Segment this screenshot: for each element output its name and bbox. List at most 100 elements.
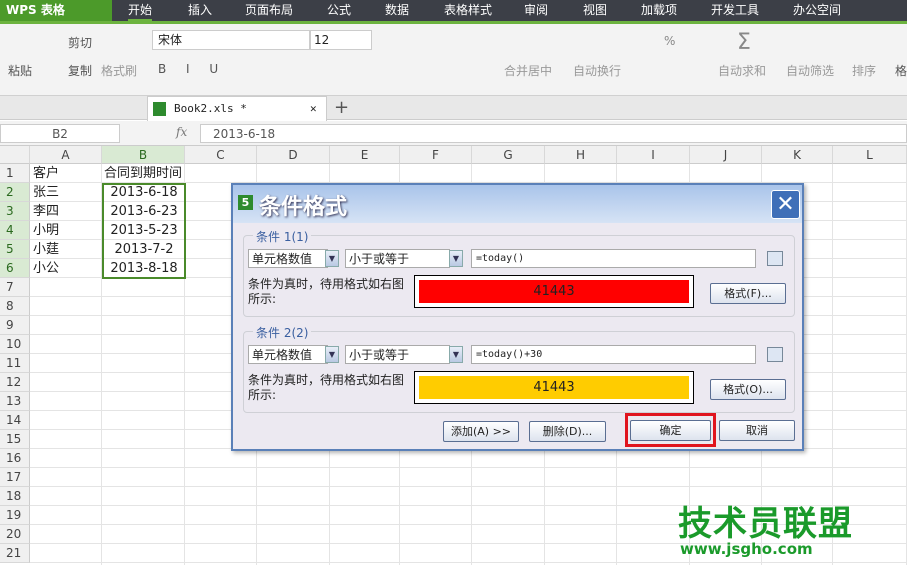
close-button[interactable]: ✕: [771, 190, 800, 219]
new-tab-button[interactable]: +: [334, 97, 349, 118]
excel-file-icon: [153, 102, 166, 116]
row-header[interactable]: 15: [0, 430, 30, 449]
row-header[interactable]: 21: [0, 544, 30, 563]
autosum-button[interactable]: 自动求和: [718, 62, 766, 79]
cell-b[interactable]: 合同到期时间: [104, 164, 182, 183]
name-box[interactable]: B2: [0, 124, 120, 143]
menu-tab[interactable]: 页面布局: [245, 0, 293, 21]
percent-icon[interactable]: %: [664, 34, 675, 48]
row-header[interactable]: 11: [0, 354, 30, 373]
column-header[interactable]: A: [30, 146, 102, 164]
font-size-select[interactable]: 12: [310, 30, 372, 50]
column-header[interactable]: C: [185, 146, 257, 164]
column-header[interactable]: D: [257, 146, 330, 164]
row-header[interactable]: 9: [0, 316, 30, 335]
cell-a[interactable]: 李四: [33, 202, 59, 221]
chevron-down-icon[interactable]: ▼: [449, 250, 463, 267]
condition-type-select[interactable]: 单元格数值: [248, 249, 328, 268]
cell-a[interactable]: 小明: [33, 221, 59, 240]
cell-a[interactable]: 小莛: [33, 240, 59, 259]
row-header[interactable]: 7: [0, 278, 30, 297]
chevron-down-icon[interactable]: ▼: [325, 346, 339, 363]
cell-a[interactable]: 小公: [33, 259, 59, 278]
column-header[interactable]: J: [690, 146, 762, 164]
row-header[interactable]: 18: [0, 487, 30, 506]
row-header[interactable]: 3: [0, 202, 30, 221]
column-header[interactable]: H: [545, 146, 617, 164]
row-header[interactable]: 16: [0, 449, 30, 468]
menu-tab[interactable]: 视图: [583, 0, 607, 21]
row-header[interactable]: 12: [0, 373, 30, 392]
range-picker-icon[interactable]: [767, 347, 783, 362]
cut-button[interactable]: 剪切: [68, 34, 92, 51]
document-tab[interactable]: Book2.xls * ✕: [147, 96, 327, 121]
range-picker-icon[interactable]: [767, 251, 783, 266]
row-header[interactable]: 4: [0, 221, 30, 240]
menu-tab[interactable]: 公式: [327, 0, 351, 21]
menu-tab[interactable]: 审阅: [524, 0, 548, 21]
column-header[interactable]: E: [330, 146, 400, 164]
menu-tab[interactable]: 加载项: [641, 0, 677, 21]
column-header[interactable]: G: [472, 146, 545, 164]
cell-a[interactable]: 张三: [33, 183, 59, 202]
menu-tab[interactable]: 开始: [128, 0, 153, 21]
row-header[interactable]: 17: [0, 468, 30, 487]
delete-button[interactable]: 删除(D)...: [529, 421, 606, 442]
paste-button[interactable]: 粘贴: [8, 62, 32, 79]
row-header[interactable]: 8: [0, 297, 30, 316]
column-header[interactable]: F: [400, 146, 472, 164]
bold-italic-underline-buttons[interactable]: B I U: [158, 62, 226, 76]
row-header[interactable]: 6: [0, 259, 30, 278]
row-header[interactable]: 2: [0, 183, 30, 202]
chevron-down-icon[interactable]: ▼: [449, 346, 463, 363]
fx-icon[interactable]: fx: [176, 125, 187, 139]
operator-select[interactable]: 小于或等于: [345, 249, 450, 268]
menu-tab[interactable]: 办公空间: [793, 0, 841, 21]
formula-input[interactable]: =today(): [471, 249, 756, 268]
condition-note: 条件为真时，待用格式如右图所示:: [248, 277, 405, 306]
column-header[interactable]: B: [102, 146, 185, 164]
row-header[interactable]: 14: [0, 411, 30, 430]
column-header[interactable]: K: [762, 146, 833, 164]
row-header[interactable]: 20: [0, 525, 30, 544]
menu-tab[interactable]: 表格样式: [444, 0, 492, 21]
format-painter-button[interactable]: 格式刷: [101, 62, 137, 79]
column-header[interactable]: I: [617, 146, 690, 164]
condition-type-select[interactable]: 单元格数值: [248, 345, 328, 364]
copy-button[interactable]: 复制: [68, 62, 92, 79]
condition-note: 条件为真时，待用格式如右图所示:: [248, 373, 405, 402]
row-header[interactable]: 5: [0, 240, 30, 259]
app-logo[interactable]: WPS 表格: [0, 0, 112, 21]
cancel-button[interactable]: 取消: [719, 420, 795, 441]
wrap-text-button[interactable]: 自动换行: [573, 62, 621, 79]
formula-input[interactable]: 2013-6-18: [200, 124, 907, 143]
menu-tab[interactable]: 开发工具: [711, 0, 759, 21]
sort-button[interactable]: 排序: [852, 62, 876, 79]
row-header[interactable]: 10: [0, 335, 30, 354]
merge-center-button[interactable]: 合并居中: [504, 62, 552, 79]
menu-tab[interactable]: 数据: [385, 0, 409, 21]
autofilter-button[interactable]: 自动筛选: [786, 62, 834, 79]
menu-tab[interactable]: 插入: [188, 0, 212, 21]
row-header[interactable]: 1: [0, 164, 30, 183]
column-header[interactable]: L: [833, 146, 907, 164]
grid-line: [30, 562, 907, 563]
row-header[interactable]: 13: [0, 392, 30, 411]
close-tab-icon[interactable]: ✕: [310, 97, 317, 121]
row-header[interactable]: 19: [0, 506, 30, 525]
grid-line: [30, 467, 907, 468]
add-button[interactable]: 添加(A) >>: [443, 421, 519, 442]
format-button[interactable]: 格式(F)...: [710, 283, 786, 304]
ok-button[interactable]: 确定: [630, 420, 711, 441]
formula-input[interactable]: =today()+30: [471, 345, 756, 364]
grid-line: [30, 486, 907, 487]
chevron-down-icon[interactable]: ▼: [325, 250, 339, 267]
operator-select[interactable]: 小于或等于: [345, 345, 450, 364]
font-select[interactable]: 宋体: [152, 30, 310, 50]
format-button[interactable]: 格式(O)...: [710, 379, 786, 400]
cell-a[interactable]: 客户: [33, 164, 59, 183]
selection-range: [102, 183, 186, 279]
dialog-titlebar[interactable]: 5 条件格式 ✕: [233, 185, 802, 223]
format-button[interactable]: 格: [895, 62, 907, 79]
select-all[interactable]: [0, 146, 30, 164]
